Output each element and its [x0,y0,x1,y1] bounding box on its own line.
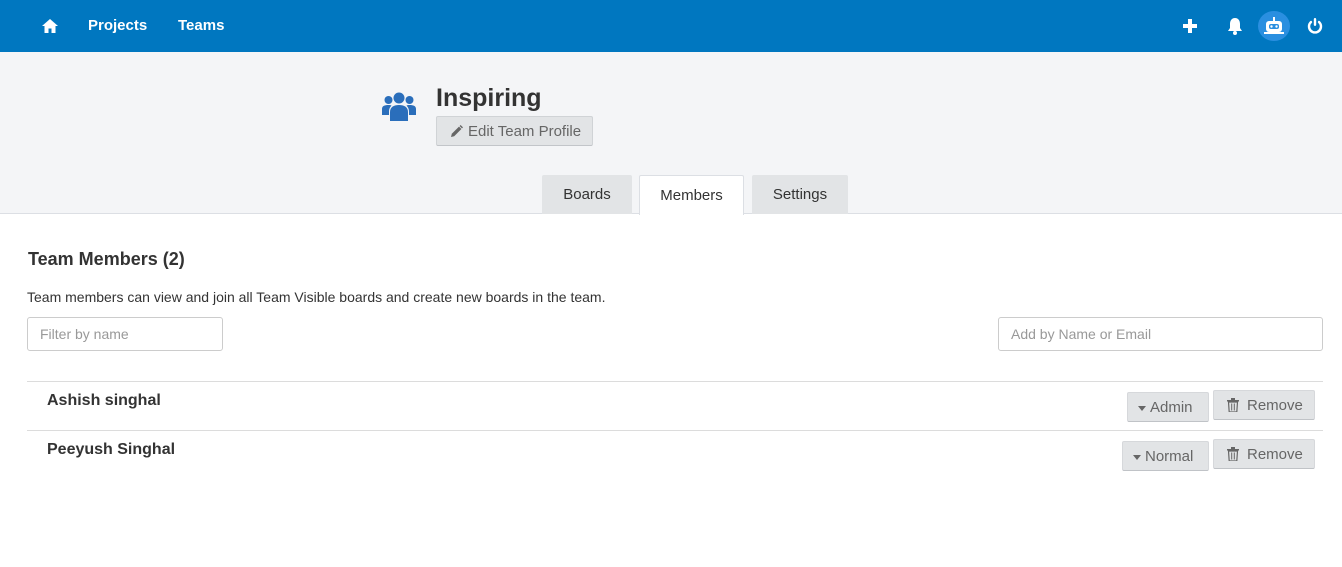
remove-member-button[interactable]: Remove [1213,439,1315,469]
role-dropdown-button[interactable]: Normal [1122,441,1209,471]
role-label: Normal [1145,447,1194,465]
remove-label: Remove [1247,445,1303,463]
member-name: Peeyush Singhal [47,441,176,458]
caret-down-icon [1133,454,1141,460]
team-members-heading: Team Members (2) [28,249,185,269]
remove-member-button[interactable]: Remove [1213,390,1315,420]
plus-icon[interactable] [1179,15,1201,37]
team-icon [381,88,417,124]
role-dropdown-button[interactable]: Admin [1127,392,1209,422]
nav-projects-link[interactable]: Projects [88,17,147,34]
member-row: Peeyush Singhal Normal Remove [27,430,1323,480]
bell-icon[interactable] [1224,15,1246,37]
team-name: Inspiring [436,84,542,112]
nav-teams-link[interactable]: Teams [178,17,224,34]
pencil-icon [451,124,463,137]
top-nav-bar: Projects Teams [0,0,1342,52]
edit-team-profile-label: Edit Team Profile [468,122,582,140]
avatar[interactable] [1258,11,1290,41]
tab-members[interactable]: Members [639,175,744,215]
trash-icon [1227,447,1239,461]
add-member-input[interactable] [998,317,1323,351]
filter-by-name-input[interactable] [27,317,223,351]
caret-down-icon [1138,405,1146,411]
home-icon[interactable] [40,16,60,36]
edit-team-profile-button[interactable]: Edit Team Profile [436,116,593,146]
tab-settings[interactable]: Settings [752,175,848,214]
team-header: Inspiring Edit Team Profile Boards Membe… [0,52,1342,215]
power-icon[interactable] [1304,15,1326,37]
role-label: Admin [1150,398,1193,416]
tab-boards[interactable]: Boards [542,175,632,214]
team-members-description: Team members can view and join all Team … [27,289,606,305]
trash-icon [1227,398,1239,412]
member-name: Ashish singhal [47,392,161,409]
remove-label: Remove [1247,396,1303,414]
member-row: Ashish singhal Admin Remove [27,381,1323,431]
